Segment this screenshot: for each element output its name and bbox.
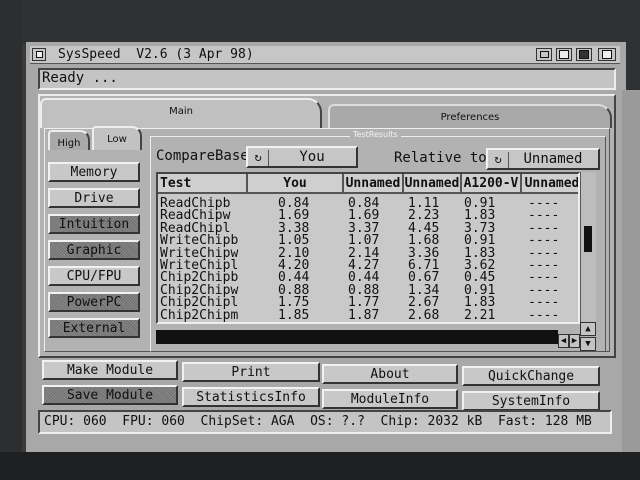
- category-drive-button[interactable]: Drive: [48, 188, 140, 208]
- tab-main-label: Main: [169, 106, 193, 117]
- relative-to-value: Unnamed: [523, 151, 583, 167]
- depth-glyph: [579, 50, 589, 59]
- save-module-button[interactable]: Save Module: [42, 385, 178, 405]
- table-cell-value: 1.85: [278, 307, 310, 323]
- column-header-unnamed[interactable]: Unnamed: [522, 174, 578, 194]
- tab-preferences[interactable]: Preferences: [328, 104, 612, 128]
- scroll-left-icon[interactable]: ◀: [558, 334, 569, 348]
- category-intuition-button[interactable]: Intuition: [48, 214, 140, 234]
- depth-back-glyph: [602, 50, 612, 59]
- make-module-button[interactable]: Make Module: [42, 360, 178, 380]
- table-cell-value: 2.68: [408, 307, 440, 323]
- depth-back-icon[interactable]: [598, 48, 616, 61]
- window-title: SysSpeed V2.6 (3 Apr 98): [58, 47, 254, 62]
- tab-low[interactable]: Low: [92, 126, 142, 150]
- monitor-bezel-left: [0, 0, 22, 480]
- horizontal-scrollbar[interactable]: [156, 330, 558, 344]
- column-header-a1200[interactable]: A1200-V: [462, 174, 522, 194]
- monitor-bezel-bottom: [0, 452, 640, 480]
- close-glyph: [35, 51, 43, 58]
- compare-base-value: You: [299, 149, 325, 165]
- system-info-button[interactable]: SystemInfo: [462, 391, 600, 411]
- print-button[interactable]: Print: [182, 362, 320, 382]
- scroll-down-icon[interactable]: ▼: [580, 337, 596, 351]
- relative-to-cycle[interactable]: ↻ Unnamed: [486, 148, 600, 170]
- tab-high-label: High: [57, 138, 81, 149]
- compare-base-cycle[interactable]: ↻ You: [246, 146, 358, 168]
- statistics-info-button[interactable]: StatisticsInfo: [182, 387, 320, 407]
- table-cell-value: 2.21: [464, 307, 496, 323]
- results-table[interactable]: Test You Unnamed Unnamed A1200-V Unnamed…: [156, 172, 580, 324]
- background-window-edge: [622, 90, 640, 452]
- compare-base-label: CompareBase: [156, 148, 249, 164]
- iconify-glyph: [539, 51, 549, 58]
- table-cell-value: ----: [528, 307, 560, 323]
- status-bar: [38, 68, 616, 90]
- column-header-you[interactable]: You: [248, 174, 344, 194]
- status-text: Ready ...: [42, 70, 118, 86]
- about-button[interactable]: About: [322, 364, 458, 384]
- category-graphic-button[interactable]: Graphic: [48, 240, 140, 260]
- table-cell-value: 1.87: [348, 307, 380, 323]
- column-header-test[interactable]: Test: [158, 174, 248, 194]
- cycle-icon: ↻: [254, 150, 262, 164]
- quick-change-button[interactable]: QuickChange: [462, 366, 600, 386]
- column-header-unnamed[interactable]: Unnamed: [344, 174, 404, 194]
- relative-to-label: Relative to: [394, 150, 487, 166]
- tab-low-label: Low: [107, 134, 127, 145]
- column-header-unnamed[interactable]: Unnamed: [404, 174, 462, 194]
- iconify-icon[interactable]: [536, 48, 552, 61]
- category-cpufpu-button[interactable]: CPU/FPU: [48, 266, 140, 286]
- category-memory-button[interactable]: Memory: [48, 162, 140, 182]
- zoom-icon[interactable]: [556, 48, 572, 61]
- monitor-bezel-top: [0, 0, 640, 44]
- module-info-button[interactable]: ModuleInfo: [322, 389, 458, 409]
- category-external-button[interactable]: External: [48, 318, 140, 338]
- zoom-glyph: [559, 50, 569, 59]
- tab-high[interactable]: High: [48, 130, 90, 150]
- depth-icon[interactable]: [576, 48, 592, 61]
- tab-preferences-label: Preferences: [440, 112, 500, 123]
- scroll-up-icon[interactable]: ▲: [580, 322, 596, 336]
- table-cell-test-name: Chip2Chipm: [160, 307, 239, 323]
- test-results-label: TestResults: [350, 130, 401, 139]
- cycle-icon: ↻: [494, 152, 502, 166]
- category-powerpc-button[interactable]: PowerPC: [48, 292, 140, 312]
- close-icon[interactable]: [32, 48, 46, 61]
- system-info-text: CPU: 060 FPU: 060 ChipSet: AGA OS: ?.? C…: [44, 414, 592, 429]
- vertical-scroll-thumb[interactable]: [584, 226, 592, 252]
- scroll-right-icon[interactable]: ▶: [569, 334, 580, 348]
- tab-main[interactable]: Main: [40, 98, 322, 128]
